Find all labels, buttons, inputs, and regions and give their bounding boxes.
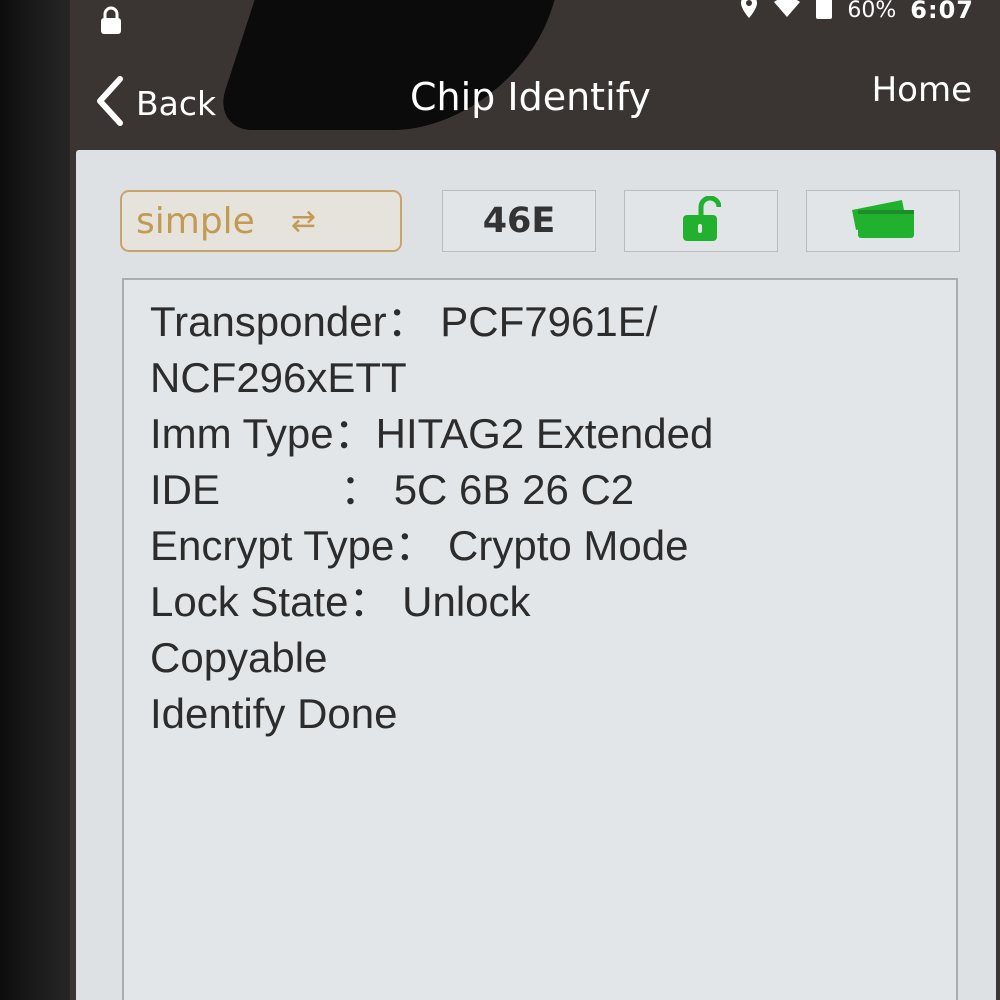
lock-icon: [98, 6, 124, 36]
chip-type-button[interactable]: 46E: [442, 190, 596, 252]
result-lines: Transponder： PCF7961E/ NCF296xETT Imm Ty…: [150, 294, 713, 742]
imm-type-line: Imm Type：HITAG2 Extended: [150, 406, 713, 462]
transponder-line-cont: NCF296xETT: [150, 350, 713, 406]
imm-type-key: Imm Type：: [150, 410, 376, 457]
toolbar: simple ⇄ 46E: [76, 150, 996, 270]
home-button[interactable]: Home: [872, 70, 972, 110]
encrypt-type-key: Encrypt Type：: [150, 522, 437, 569]
transponder-key: Transponder：: [150, 298, 429, 345]
unlocked-padlock-icon: [681, 195, 722, 246]
location-icon: [739, 0, 759, 26]
status-right: 60% 6:07: [739, 0, 974, 26]
cards-icon: [848, 198, 918, 244]
swap-arrows-icon: ⇄: [290, 203, 316, 239]
lock-state-line: Lock State： Unlock: [150, 574, 713, 630]
transponder-value-cont: NCF296xETT: [150, 354, 407, 401]
ide-value: 5C 6B 26 C2: [393, 466, 635, 513]
battery-icon: [815, 0, 833, 26]
content-panel: simple ⇄ 46E Transponder： PCF7961E/ NCF2…: [76, 150, 996, 1000]
result-box: Transponder： PCF7961E/ NCF296xETT Imm Ty…: [122, 278, 958, 1000]
cards-button[interactable]: [806, 190, 960, 252]
device-frame: 60% 6:07 Back Chip Identify Home simple: [0, 0, 1000, 1000]
lock-state-value: Unlock: [402, 578, 531, 625]
copyable-line: Copyable: [150, 634, 328, 681]
encrypt-type-value: Crypto Mode: [448, 522, 689, 569]
ide-separator: ：: [340, 466, 383, 513]
chevron-left-icon: [92, 75, 126, 131]
battery-percent: 60%: [847, 0, 897, 23]
status-bar: 60% 6:07: [70, 0, 1000, 40]
title-bar: Back Chip Identify Home: [70, 55, 1000, 145]
lock-state-button[interactable]: [624, 190, 778, 252]
imm-type-value: HITAG2 Extended: [375, 410, 714, 457]
mode-label: simple: [136, 200, 255, 242]
mode-toggle-button[interactable]: simple ⇄: [120, 190, 402, 252]
ide-line: IDE ： 5C 6B 26 C2: [150, 462, 713, 518]
clock: 6:07: [910, 0, 974, 24]
wifi-icon: [773, 0, 801, 25]
chip-type-label: 46E: [482, 201, 556, 241]
transponder-line: Transponder： PCF7961E/: [150, 294, 713, 350]
lock-state-key: Lock State：: [150, 578, 391, 625]
ide-key: IDE: [150, 466, 221, 513]
back-button[interactable]: Back: [92, 75, 216, 131]
back-label: Back: [136, 83, 217, 123]
page-title: Chip Identify: [410, 75, 651, 119]
identify-done-line: Identify Done: [150, 690, 398, 737]
encrypt-type-line: Encrypt Type： Crypto Mode: [150, 518, 713, 574]
screen: 60% 6:07 Back Chip Identify Home simple: [70, 0, 1000, 1000]
transponder-value: PCF7961E/: [440, 298, 658, 345]
